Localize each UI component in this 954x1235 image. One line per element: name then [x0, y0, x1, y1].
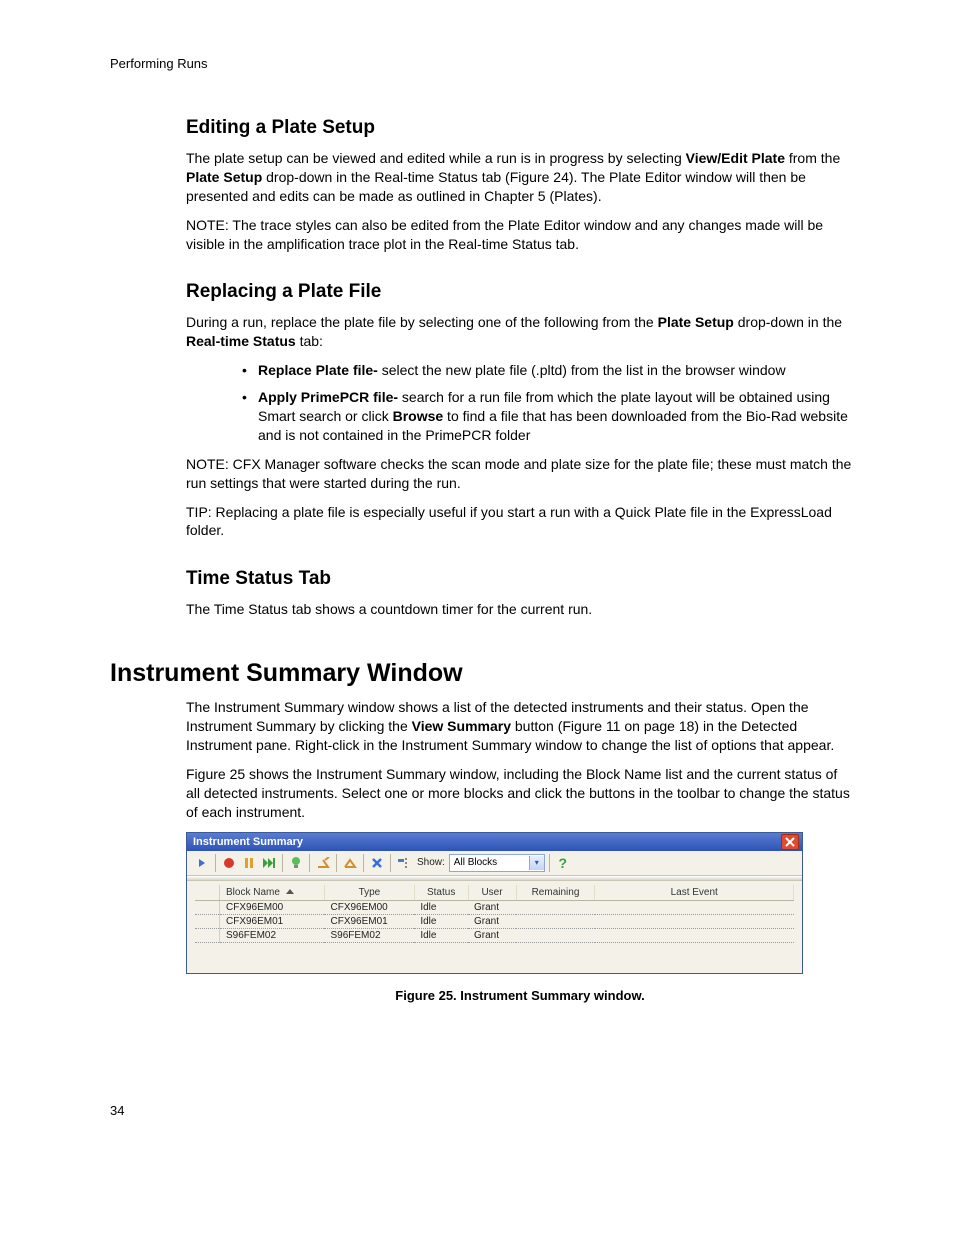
editing-p1: The plate setup can be viewed and edited… — [186, 149, 854, 206]
sort-asc-icon — [286, 889, 294, 894]
instr-p2: Figure 25 shows the Instrument Summary w… — [186, 765, 854, 822]
text-bold: Real-time Status — [186, 333, 296, 349]
text-bold: Plate Setup — [186, 169, 262, 185]
cell-type: CFX96EM00 — [324, 900, 414, 914]
text-bold: View/Edit Plate — [686, 150, 785, 166]
toolbar-cancel-icon[interactable] — [368, 854, 386, 872]
show-select-value: All Blocks — [454, 857, 497, 868]
bullet-replace-plate: Replace Plate file- select the new plate… — [242, 361, 854, 380]
instrument-table: Block Name Type Status User Remaining La… — [195, 885, 794, 943]
text-bold: Plate Setup — [658, 314, 734, 330]
toolbar-skip-icon[interactable] — [260, 854, 278, 872]
toolbar-lightbulb-icon[interactable] — [287, 854, 305, 872]
text: from the — [785, 150, 840, 166]
instrument-summary-window: Instrument Summary — [186, 832, 803, 974]
cell-user: Grant — [468, 914, 516, 928]
text: tab: — [296, 333, 323, 349]
table-row[interactable]: CFX96EM01CFX96EM01IdleGrant — [195, 914, 794, 928]
text-bold: Replace Plate file- — [258, 362, 378, 378]
text: During a run, replace the plate file by … — [186, 314, 658, 330]
toolbar-open-lid-icon[interactable] — [314, 854, 332, 872]
text: select the new plate file (.pltd) from t… — [378, 362, 786, 378]
replacing-tip: TIP: Replacing a plate file is especiall… — [186, 503, 854, 541]
cell-block: CFX96EM01 — [220, 914, 325, 928]
window-title: Instrument Summary — [193, 836, 303, 848]
cell-status: Idle — [414, 900, 468, 914]
timestatus-p1: The Time Status tab shows a countdown ti… — [186, 600, 854, 619]
page-number: 34 — [110, 1103, 854, 1118]
cell-user: Grant — [468, 928, 516, 942]
cell-block: CFX96EM00 — [220, 900, 325, 914]
show-select[interactable]: All Blocks ▾ — [449, 854, 545, 872]
toolbar-help-icon[interactable]: ? — [554, 854, 572, 872]
toolbar-close-lid-icon[interactable] — [341, 854, 359, 872]
cell-type: S96FEM02 — [324, 928, 414, 942]
col-type[interactable]: Type — [324, 885, 414, 901]
close-button[interactable] — [781, 834, 799, 850]
heading-replacing: Replacing a Plate File — [186, 281, 854, 303]
cell-remaining — [516, 914, 595, 928]
cell-status: Idle — [414, 928, 468, 942]
cell-last — [595, 928, 794, 942]
cell-block: S96FEM02 — [220, 928, 325, 942]
running-head: Performing Runs — [110, 56, 854, 71]
show-label: Show: — [417, 857, 445, 868]
col-status[interactable]: Status — [414, 885, 468, 901]
table-row[interactable]: S96FEM02S96FEM02IdleGrant — [195, 928, 794, 942]
toolbar-properties-icon[interactable] — [395, 854, 413, 872]
cell-status: Idle — [414, 914, 468, 928]
cell-remaining — [516, 900, 595, 914]
text-bold: Browse — [393, 408, 444, 424]
toolbar-record-icon[interactable] — [220, 854, 238, 872]
table-row[interactable]: CFX96EM00CFX96EM00IdleGrant — [195, 900, 794, 914]
col-last-event[interactable]: Last Event — [595, 885, 794, 901]
row-handle[interactable] — [195, 914, 220, 928]
bullet-apply-primepcr: Apply PrimePCR file- search for a run fi… — [242, 388, 854, 445]
chevron-down-icon: ▾ — [529, 856, 544, 870]
replacing-p1: During a run, replace the plate file by … — [186, 313, 854, 351]
heading-editing: Editing a Plate Setup — [186, 117, 854, 139]
cell-last — [595, 914, 794, 928]
col-remaining[interactable]: Remaining — [516, 885, 595, 901]
toolbar-pause-icon[interactable] — [240, 854, 258, 872]
heading-instrument-summary: Instrument Summary Window — [110, 659, 854, 688]
window-titlebar: Instrument Summary — [187, 833, 802, 851]
cell-user: Grant — [468, 900, 516, 914]
heading-timestatus: Time Status Tab — [186, 568, 854, 590]
row-handle[interactable] — [195, 928, 220, 942]
toolbar-arrow-icon[interactable] — [193, 854, 211, 872]
text-bold: Apply PrimePCR file- — [258, 389, 398, 405]
cell-type: CFX96EM01 — [324, 914, 414, 928]
editing-note: NOTE: The trace styles can also be edite… — [186, 216, 854, 254]
text: drop-down in the — [734, 314, 842, 330]
replacing-note: NOTE: CFX Manager software checks the sc… — [186, 455, 854, 493]
text: The plate setup can be viewed and edited… — [186, 150, 686, 166]
col-block-name[interactable]: Block Name — [220, 885, 325, 901]
close-icon — [785, 837, 795, 847]
col-user[interactable]: User — [468, 885, 516, 901]
cell-last — [595, 900, 794, 914]
text-bold: View Summary — [412, 718, 511, 734]
figure-caption: Figure 25. Instrument Summary window. — [186, 988, 854, 1003]
row-handle[interactable] — [195, 900, 220, 914]
cell-remaining — [516, 928, 595, 942]
text: drop-down in the Real-time Status tab (F… — [186, 169, 806, 204]
replacing-bullets: Replace Plate file- select the new plate… — [186, 361, 854, 445]
row-handle-header — [195, 885, 220, 901]
window-toolbar: Show: All Blocks ▾ ? — [187, 851, 802, 876]
instr-p1: The Instrument Summary window shows a li… — [186, 698, 854, 755]
